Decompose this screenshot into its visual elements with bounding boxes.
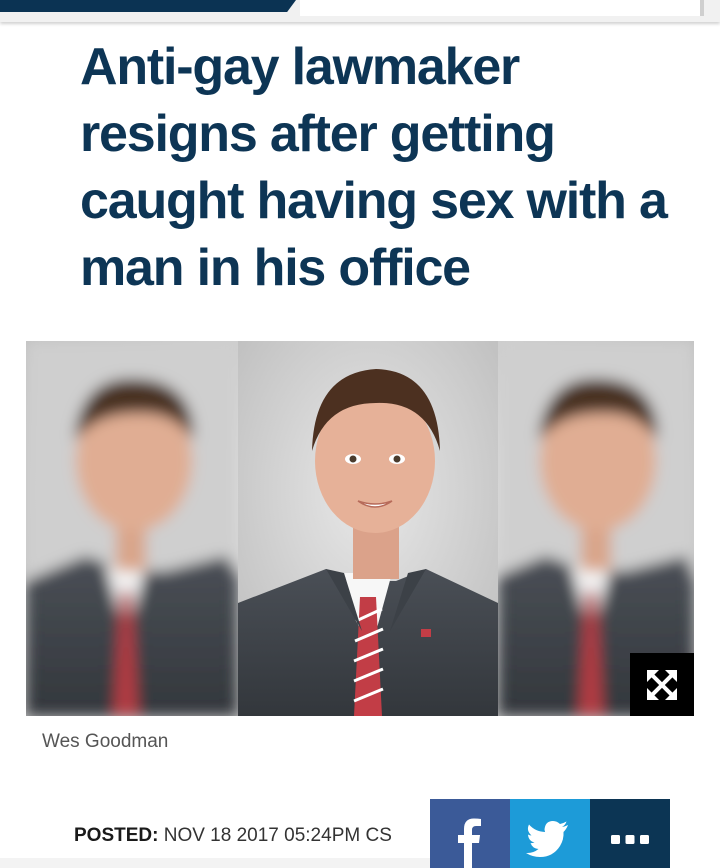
posted-date: POSTED: NOV 18 2017 05:24PM CS [74,825,392,847]
blurred-portrait-left [26,341,238,716]
share-twitter-button[interactable] [510,799,590,868]
expand-image-button[interactable] [630,653,694,716]
posted-label: POSTED: [74,825,159,846]
center-portrait [238,341,498,716]
article-headline: Anti-gay lawmaker resigns after getting … [80,38,668,297]
nav-accent-stripe [0,0,296,12]
expand-icon [647,670,677,700]
twitter-icon [526,821,568,857]
more-icon [611,835,649,844]
nav-panel [300,0,704,16]
share-more-button[interactable] [590,799,670,868]
facebook-icon [458,818,481,868]
posted-value: NOV 18 2017 05:24PM CS [163,825,392,846]
portrait-image [26,341,694,716]
page-footer-edge [0,858,430,868]
article-photo[interactable] [26,341,694,716]
share-facebook-button[interactable] [430,799,510,868]
top-navigation-bar [0,0,720,22]
photo-caption: Wes Goodman [42,731,169,752]
